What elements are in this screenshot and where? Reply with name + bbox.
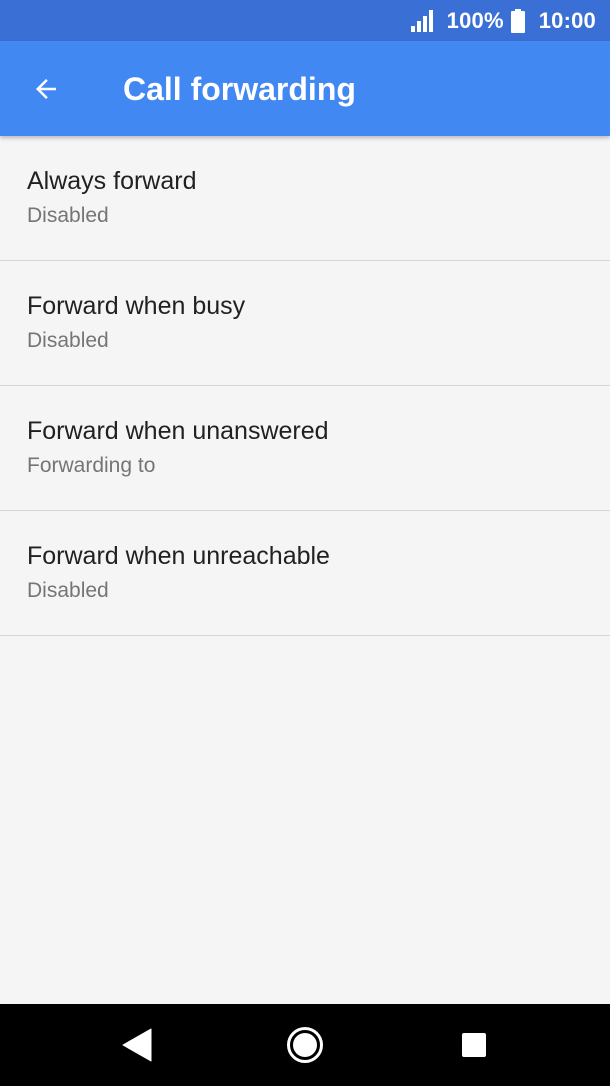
arrow-left-icon [36,79,56,99]
setting-forward-when-unreachable[interactable]: Forward when unreachable Disabled [0,511,610,636]
nav-back-icon [122,1028,152,1062]
app-bar: Call forwarding [0,41,610,136]
nav-recents-icon [462,1033,486,1057]
page-title: Call forwarding [123,71,356,107]
nav-home-icon [287,1027,323,1063]
setting-title: Forward when unreachable [27,542,330,570]
setting-forward-when-busy[interactable]: Forward when busy Disabled [0,261,610,386]
setting-forward-when-unanswered[interactable]: Forward when unanswered Forwarding to [0,386,610,511]
back-button[interactable] [22,65,70,113]
setting-title: Forward when busy [27,292,246,320]
setting-always-forward[interactable]: Always forward Disabled [0,136,610,261]
battery-icon [510,8,525,33]
nav-home-button[interactable] [280,1020,330,1070]
nav-back-button[interactable] [112,1020,162,1070]
battery-percentage: 100% [446,7,504,33]
status-indicators: 100% 10:00 [410,0,596,41]
nav-recents-button[interactable] [449,1020,499,1070]
setting-title: Always forward [27,167,197,195]
status-bar: 100% 10:00 [0,0,610,41]
setting-summary: Disabled [27,329,109,352]
signal-icon [410,9,433,32]
setting-summary: Forwarding to [27,454,156,477]
setting-summary: Disabled [27,204,109,227]
navigation-bar [0,1004,610,1086]
clock: 10:00 [538,7,596,33]
setting-summary: Disabled [27,579,109,602]
settings-list: Always forward Disabled Forward when bus… [0,136,610,636]
setting-title: Forward when unanswered [27,417,329,445]
